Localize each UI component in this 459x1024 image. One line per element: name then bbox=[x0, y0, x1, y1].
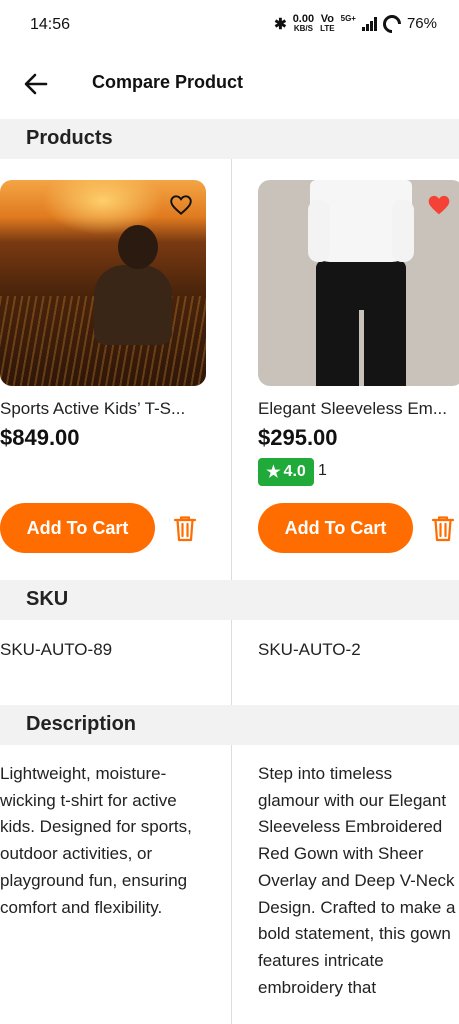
page-title: Compare Product bbox=[92, 72, 244, 92]
section-title-sku: SKU bbox=[26, 588, 69, 610]
rating-badge: ★ 4.0 bbox=[258, 458, 314, 486]
battery-percent: 76% bbox=[406, 15, 437, 32]
app-bar: Compare Product bbox=[0, 56, 459, 112]
delete-icon[interactable] bbox=[170, 513, 200, 543]
back-button[interactable] bbox=[20, 68, 52, 100]
status-bar: 14:56 ✱ 0.00 KB/S Vo LTE 5G+ 76% bbox=[0, 0, 459, 52]
add-to-cart-button[interactable]: Add To Cart bbox=[258, 503, 413, 553]
section-title-description: Description bbox=[26, 713, 137, 735]
arrow-left-icon bbox=[24, 73, 48, 95]
network-type: 5G+ bbox=[340, 14, 356, 23]
section-header-sku: SKU bbox=[0, 580, 459, 620]
description-text: Lightweight, moisture-wicking t-shirt fo… bbox=[0, 764, 192, 917]
favorite-filled-icon[interactable] bbox=[426, 192, 452, 218]
net-speed: 0.00 KB/S bbox=[292, 13, 315, 33]
section-title-products: Products bbox=[26, 127, 113, 149]
add-to-cart-button[interactable]: Add To Cart bbox=[0, 503, 155, 553]
sku-value: SKU-AUTO-89 bbox=[0, 640, 113, 659]
description-text: Step into timeless glamour with our Eleg… bbox=[258, 764, 456, 997]
status-icons: ✱ 0.00 KB/S Vo LTE 5G+ 76% bbox=[274, 10, 437, 37]
column-divider bbox=[231, 620, 232, 705]
product-price: $295.00 bbox=[258, 425, 338, 450]
column-divider bbox=[231, 159, 232, 580]
section-header-description: Description bbox=[0, 705, 459, 745]
product-price: $849.00 bbox=[0, 425, 80, 450]
product-name[interactable]: Sports Active Kids’ T-S... bbox=[0, 399, 206, 419]
section-header-products: Products bbox=[0, 119, 459, 159]
sku-value: SKU-AUTO-2 bbox=[258, 640, 361, 659]
delete-icon[interactable] bbox=[428, 513, 458, 543]
favorite-outline-icon[interactable] bbox=[168, 192, 194, 218]
column-divider bbox=[231, 745, 232, 1024]
battery-ring-icon bbox=[379, 10, 405, 37]
product-name[interactable]: Elegant Sleeveless Em... bbox=[258, 399, 458, 419]
status-time: 14:56 bbox=[30, 16, 71, 33]
rating-value: 4.0 bbox=[283, 463, 306, 480]
star-icon: ★ bbox=[266, 464, 281, 481]
bluetooth-icon: ✱ bbox=[274, 15, 287, 33]
volte-indicator: Vo LTE bbox=[320, 13, 335, 33]
signal-icon bbox=[361, 16, 377, 31]
rating-count: 1 bbox=[318, 462, 327, 479]
